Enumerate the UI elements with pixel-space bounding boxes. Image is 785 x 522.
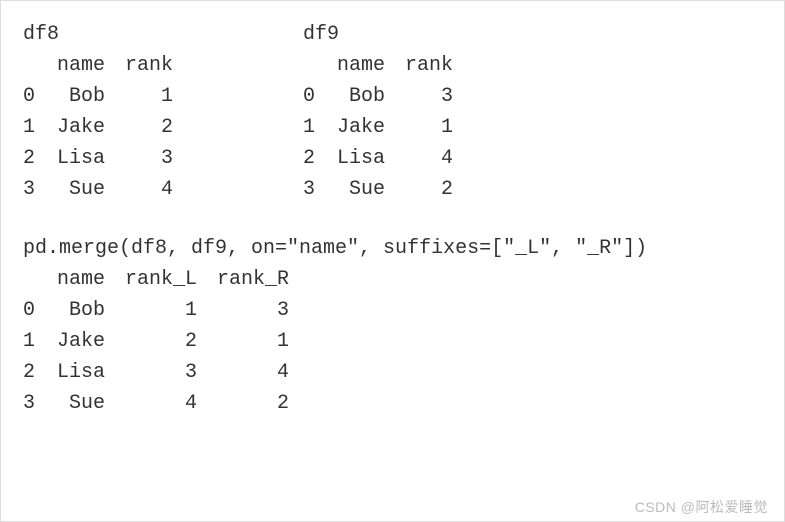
table-row: 3 Sue 2 <box>303 174 463 205</box>
cell: 4 <box>395 143 463 174</box>
col-header: name <box>47 264 115 295</box>
cell: Lisa <box>47 357 115 388</box>
df9-label: df9 <box>303 19 583 50</box>
table-row: 1 Jake 1 <box>303 112 463 143</box>
cell: Lisa <box>327 143 395 174</box>
row-index: 3 <box>23 388 47 419</box>
row-index: 3 <box>23 174 47 205</box>
table-row: 0 Bob 1 <box>23 81 183 112</box>
row-index: 0 <box>303 81 327 112</box>
watermark-text: CSDN @阿松爱睡觉 <box>635 497 768 517</box>
row-index: 0 <box>23 295 47 326</box>
df9-table: name rank 0 Bob 3 1 Jake 1 2 <box>303 50 583 205</box>
cell: Sue <box>327 174 395 205</box>
cell: 2 <box>207 388 299 419</box>
table-row: 2 Lisa 4 <box>303 143 463 174</box>
cell: Jake <box>47 112 115 143</box>
code-output-panel: df8 df9 name rank 0 Bob 1 <box>0 0 785 522</box>
table-row: 1 Jake 2 <box>23 112 183 143</box>
cell: 1 <box>207 326 299 357</box>
cell: Jake <box>47 326 115 357</box>
cell: Lisa <box>47 143 115 174</box>
col-header: name <box>47 50 115 81</box>
df8-table: name rank 0 Bob 1 1 Jake 2 2 <box>23 50 303 205</box>
row-index: 2 <box>303 143 327 174</box>
row-index: 1 <box>303 112 327 143</box>
cell: 3 <box>395 81 463 112</box>
merge-result-section: pd.merge(df8, df9, on="name", suffixes=[… <box>23 233 762 419</box>
col-header: rank_L <box>115 264 207 295</box>
table-row: 3 Sue 4 <box>23 174 183 205</box>
cell: 2 <box>395 174 463 205</box>
table-row: 1 Jake 2 1 <box>23 326 299 357</box>
table-row: 0 Bob 1 3 <box>23 295 299 326</box>
table-row: 0 Bob 3 <box>303 81 463 112</box>
cell: 1 <box>395 112 463 143</box>
cell: 3 <box>115 143 183 174</box>
cell: Jake <box>327 112 395 143</box>
merge-result-table: name rank_L rank_R 0 Bob 1 3 1 Jake 2 1 … <box>23 264 299 419</box>
table-row: 2 Lisa 3 4 <box>23 357 299 388</box>
row-index: 2 <box>23 143 47 174</box>
cell: 1 <box>115 81 183 112</box>
cell: Bob <box>327 81 395 112</box>
table-header-row: name rank <box>23 50 183 81</box>
cell: 3 <box>207 295 299 326</box>
table-header-row: name rank <box>303 50 463 81</box>
cell: 3 <box>115 357 207 388</box>
table-header-row: name rank_L rank_R <box>23 264 299 295</box>
row-index: 1 <box>23 112 47 143</box>
row-index: 1 <box>23 326 47 357</box>
cell: 4 <box>115 388 207 419</box>
col-header: name <box>327 50 395 81</box>
row-index: 0 <box>23 81 47 112</box>
table-row: 2 Lisa 3 <box>23 143 183 174</box>
col-header: rank <box>395 50 463 81</box>
row-index: 2 <box>23 357 47 388</box>
col-header: rank_R <box>207 264 299 295</box>
input-dataframes-section: df8 df9 name rank 0 Bob 1 <box>23 19 762 205</box>
df8-label: df8 <box>23 19 303 50</box>
cell: Sue <box>47 174 115 205</box>
cell: Sue <box>47 388 115 419</box>
cell: 4 <box>207 357 299 388</box>
cell: 2 <box>115 326 207 357</box>
merge-code-line: pd.merge(df8, df9, on="name", suffixes=[… <box>23 233 762 264</box>
cell: Bob <box>47 295 115 326</box>
col-header: rank <box>115 50 183 81</box>
cell: Bob <box>47 81 115 112</box>
cell: 4 <box>115 174 183 205</box>
cell: 1 <box>115 295 207 326</box>
table-row: 3 Sue 4 2 <box>23 388 299 419</box>
row-index: 3 <box>303 174 327 205</box>
cell: 2 <box>115 112 183 143</box>
